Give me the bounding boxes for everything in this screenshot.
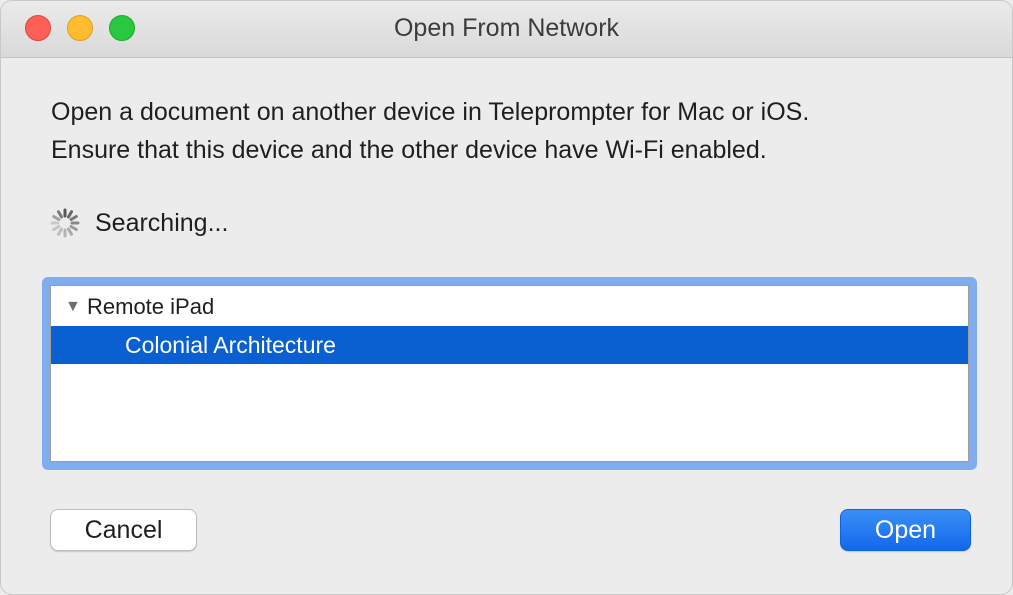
instructions-line-1: Open a document on another device in Tel… bbox=[51, 98, 810, 126]
spinner-icon bbox=[50, 208, 80, 238]
search-status-text: Searching... bbox=[95, 208, 229, 237]
instructions-message: Open a document on another device in Tel… bbox=[51, 93, 809, 169]
device-document-list[interactable]: ▼ Remote iPad Colonial Architecture bbox=[50, 285, 969, 462]
open-button[interactable]: Open bbox=[840, 509, 971, 551]
window-title: Open From Network bbox=[393, 14, 620, 42]
cancel-button[interactable]: Cancel bbox=[50, 509, 197, 551]
disclosure-triangle-icon[interactable]: ▼ bbox=[65, 298, 87, 316]
search-status: Searching... bbox=[49, 206, 228, 240]
instructions-line-2: Ensure that this device and the other de… bbox=[51, 136, 767, 164]
device-list-focus-ring: ▼ Remote iPad Colonial Architecture bbox=[42, 277, 977, 470]
device-row-remote-ipad[interactable]: ▼ Remote iPad bbox=[51, 288, 968, 326]
open-from-network-dialog: Open From Network Open a document on ano… bbox=[0, 0, 1013, 595]
device-name: Remote iPad bbox=[87, 294, 215, 319]
document-name: Colonial Architecture bbox=[125, 331, 336, 358]
title-bar: Open From Network bbox=[1, 1, 1012, 58]
document-row-colonial-architecture[interactable]: Colonial Architecture bbox=[51, 326, 968, 364]
